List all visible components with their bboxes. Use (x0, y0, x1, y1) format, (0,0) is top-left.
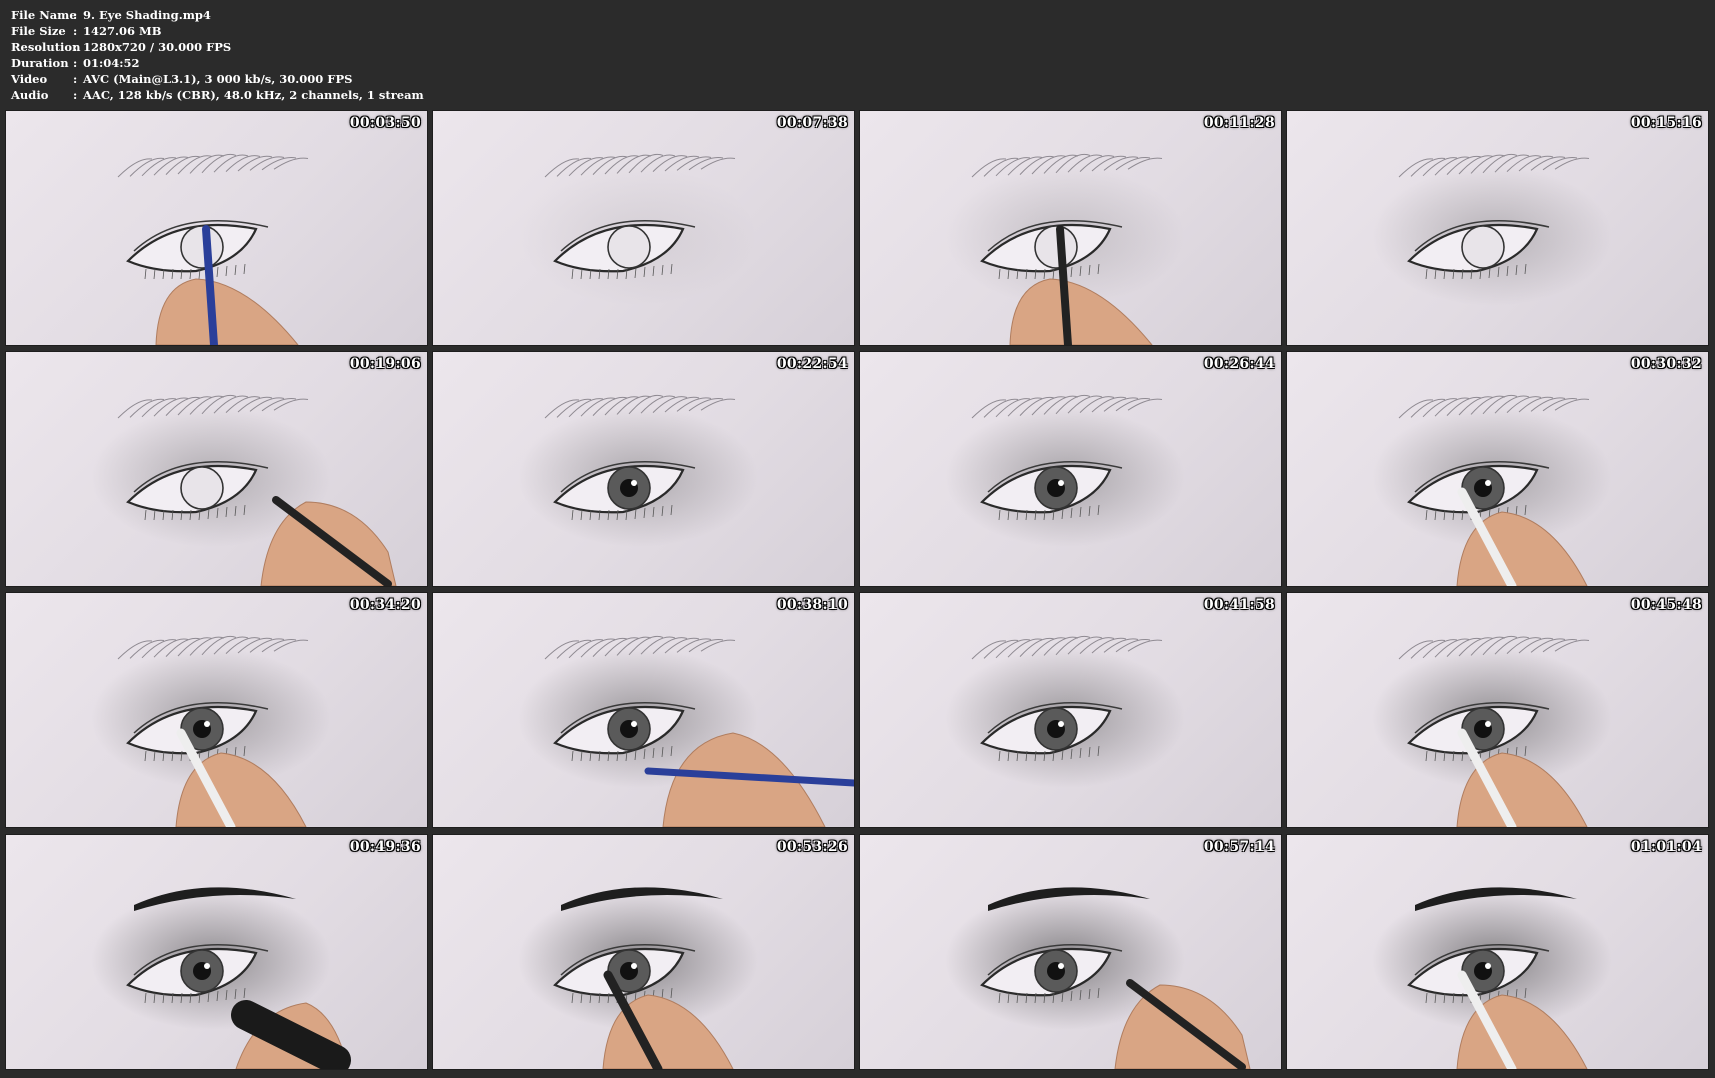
thumbnail-timestamp: 00:57:14 (1203, 839, 1275, 855)
pupil-highlight (631, 721, 637, 727)
video-thumbnail[interactable]: 00:34:20 (5, 592, 428, 828)
pupil-highlight (1485, 963, 1491, 969)
drawing-hand (231, 1000, 351, 1069)
pupil-highlight (631, 963, 637, 969)
thumbnail-timestamp: 00:26:44 (1203, 356, 1275, 372)
video-thumbnail[interactable]: 00:22:54 (432, 351, 855, 587)
eye-drawing (945, 395, 1185, 547)
video-thumbnail[interactable]: 00:11:28 (859, 110, 1282, 346)
video-thumbnail[interactable]: 00:07:38 (432, 110, 855, 346)
eye-drawing (1372, 154, 1612, 306)
eye-drawing (91, 636, 331, 827)
thumbnail-timestamp: 00:19:06 (349, 356, 421, 372)
pupil-highlight (1485, 721, 1491, 727)
video-thumbnail[interactable]: 00:03:50 (5, 110, 428, 346)
video-thumbnail[interactable]: 00:38:10 (432, 592, 855, 828)
video-thumbnail[interactable]: 00:15:16 (1286, 110, 1709, 346)
eye-drawing (518, 636, 854, 827)
thumbnail-timestamp: 00:34:20 (349, 597, 421, 613)
thumbnail-timestamp: 00:07:38 (776, 115, 848, 131)
video-thumbnail[interactable]: 00:53:26 (432, 834, 855, 1070)
thumbnail-timestamp: 00:15:16 (1630, 115, 1702, 131)
video-thumbnail[interactable]: 00:57:14 (859, 834, 1282, 1070)
iris (180, 466, 224, 510)
thumbnail-timestamp: 00:45:48 (1630, 597, 1702, 613)
pupil-highlight (204, 963, 210, 969)
thumbnail-timestamp: 00:41:58 (1203, 597, 1275, 613)
video-thumbnail[interactable]: 00:45:48 (1286, 592, 1709, 828)
thumbnail-timestamp: 00:22:54 (776, 356, 848, 372)
eye-drawing (518, 887, 758, 1069)
pupil-highlight (1485, 480, 1491, 486)
video-thumbnail[interactable]: 00:30:32 (1286, 351, 1709, 587)
thumbnail-timestamp: 00:53:26 (776, 839, 848, 855)
eye-drawing (91, 887, 351, 1069)
pupil-highlight (631, 480, 637, 486)
iris (1461, 225, 1505, 269)
video-thumbnail[interactable]: 00:49:36 (5, 834, 428, 1070)
thumbnail-timestamp: 00:38:10 (776, 597, 848, 613)
video-thumbnail[interactable]: 00:41:58 (859, 592, 1282, 828)
video-thumbnail[interactable]: 01:01:04 (1286, 834, 1709, 1070)
video-thumbnail[interactable]: 00:19:06 (5, 351, 428, 587)
eye-drawing (518, 154, 758, 306)
iris (1034, 225, 1078, 269)
eye-drawing (518, 395, 758, 547)
pupil-highlight (1058, 963, 1064, 969)
iris (607, 225, 651, 269)
eye-drawing (1372, 636, 1612, 827)
pupil-highlight (1058, 721, 1064, 727)
thumbnail-timestamp: 00:11:28 (1203, 115, 1275, 131)
eye-drawing (91, 395, 397, 586)
eye-drawing (117, 154, 309, 345)
thumbnail-grid: 00:03:50 00:07:38 00:11:28 00:15:16 00:19:06… (0, 0, 1715, 1078)
pupil-highlight (1058, 480, 1064, 486)
eye-drawing (945, 636, 1185, 788)
hand (155, 278, 299, 345)
pupil-highlight (204, 721, 210, 727)
thumbnail-timestamp: 00:03:50 (349, 115, 421, 131)
video-thumbnail[interactable]: 00:26:44 (859, 351, 1282, 587)
thumbnail-timestamp: 00:30:32 (1630, 356, 1702, 372)
eye-drawing (945, 887, 1251, 1069)
eyebrow (117, 154, 309, 178)
eye-drawing (1372, 887, 1612, 1069)
thumbnail-timestamp: 00:49:36 (349, 839, 421, 855)
eye-drawing (945, 154, 1185, 345)
eye-drawing (1372, 395, 1612, 586)
iris (180, 225, 224, 269)
thumbnail-timestamp: 01:01:04 (1630, 839, 1702, 855)
